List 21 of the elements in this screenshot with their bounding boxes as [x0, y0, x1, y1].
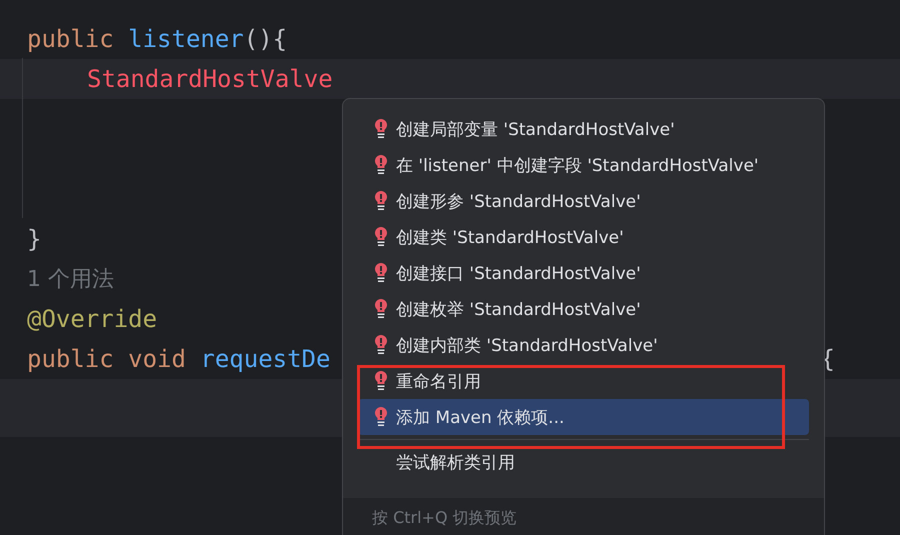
usage-hint: 1 个用法: [27, 266, 114, 294]
menu-item[interactable]: 创建枚举 'StandardHostValve': [358, 291, 809, 327]
annotation-text: @Override: [27, 305, 158, 333]
menu-item[interactable]: 创建类 'StandardHostValve': [358, 219, 809, 255]
error-identifier: StandardHostValve: [87, 65, 333, 93]
menu-item[interactable]: 尝试解析类引用: [358, 444, 809, 480]
menu-item[interactable]: 创建内部类 'StandardHostValve': [358, 327, 809, 363]
code-punctuation: (){: [244, 25, 288, 53]
menu-item[interactable]: 在 'listener' 中创建字段 'StandardHostValve': [358, 147, 809, 183]
keyword-text: public void: [27, 345, 187, 373]
menu-item[interactable]: 创建接口 'StandardHostValve': [358, 255, 809, 291]
code-punctuation: }: [27, 225, 42, 253]
menu-item[interactable]: 创建形参 'StandardHostValve': [358, 183, 809, 219]
code-punctuation: {: [820, 345, 835, 373]
shortcut-hint: 按 Ctrl+Q 切换预览: [372, 508, 517, 527]
menu-item[interactable]: 添加 Maven 依赖项...: [358, 399, 809, 435]
method-name: listener: [128, 25, 244, 53]
method-name: requestDe: [200, 345, 330, 373]
menu-item[interactable]: 重命名引用: [358, 363, 809, 399]
menu-item[interactable]: 创建局部变量 'StandardHostValve': [358, 111, 809, 147]
keyword-text: public: [27, 25, 115, 53]
